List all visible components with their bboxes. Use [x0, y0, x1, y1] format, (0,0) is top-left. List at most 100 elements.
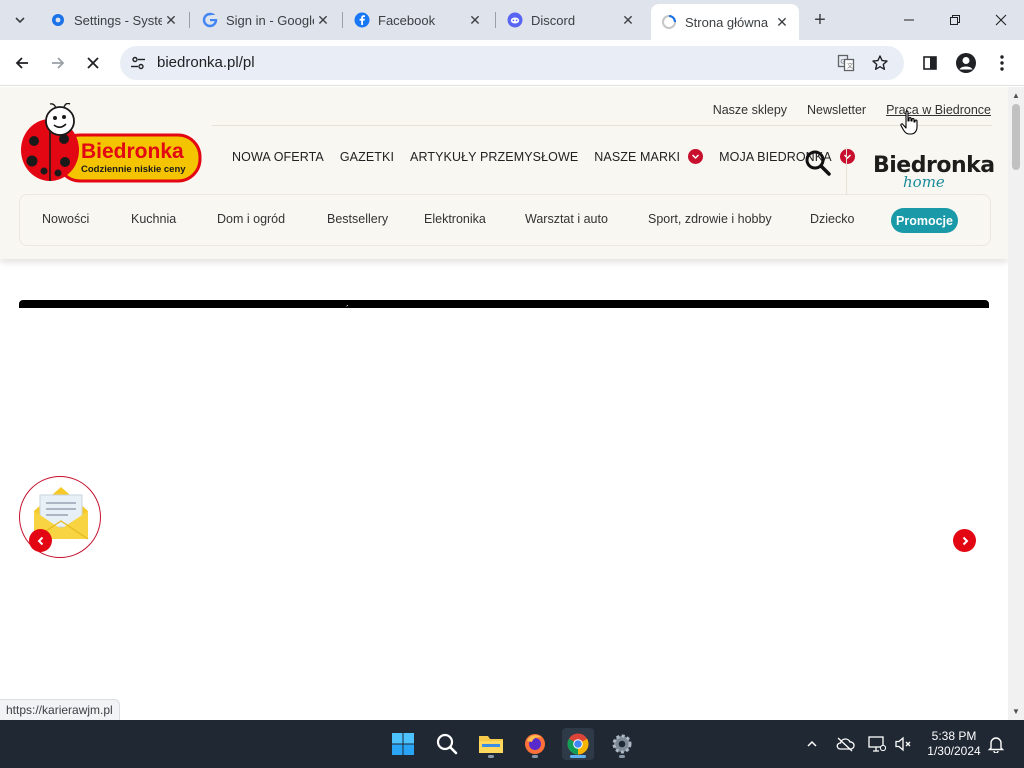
windows-taskbar: 5:38 PM 1/30/2024 — [0, 720, 1024, 768]
logo-tagline-text: Codziennie niskie ceny — [81, 164, 186, 175]
restore-icon — [950, 15, 960, 25]
translate-icon[interactable]: G文 — [837, 54, 855, 72]
page-viewport: Nasze sklepy Newsletter Praca w Biedronc… — [0, 87, 1008, 720]
volume-tray[interactable] — [893, 734, 913, 754]
category-sport-zdrowie-hobby[interactable]: Sport, zdrowie i hobby — [648, 212, 772, 226]
slider-next-button[interactable] — [953, 529, 976, 552]
category-nowosci[interactable]: Nowości — [42, 212, 89, 226]
biedronka-logo[interactable]: Biedronka Codziennie niskie ceny — [20, 103, 202, 185]
category-kuchnia[interactable]: Kuchnia — [131, 212, 176, 226]
nav-nasze-marki[interactable]: NASZE MARKI — [594, 149, 704, 164]
tab-google-signin[interactable]: Sign in - Google ✕ — [192, 4, 340, 36]
nav-moja-biedronka[interactable]: MOJA BIEDRONKA — [719, 149, 855, 164]
taskbar-clock[interactable]: 5:38 PM 1/30/2024 — [922, 729, 986, 759]
forward-button[interactable] — [44, 49, 72, 77]
site-info-icon[interactable] — [130, 55, 146, 71]
tab-title: Settings - System — [74, 12, 162, 28]
nav-label: GAZETKI — [339, 149, 395, 164]
hero-banner[interactable] — [19, 300, 989, 308]
close-tab-icon[interactable]: ✕ — [314, 11, 332, 29]
tab-title: Discord — [531, 12, 576, 28]
close-icon — [995, 14, 1007, 26]
onedrive-tray[interactable] — [835, 734, 855, 754]
link-newsletter[interactable]: Newsletter — [807, 103, 866, 117]
category-bestsellery[interactable]: Bestsellery — [327, 212, 388, 226]
stop-loading-button[interactable] — [79, 49, 107, 77]
start-button[interactable] — [387, 728, 419, 760]
taskbar-file-explorer[interactable] — [475, 728, 507, 760]
new-tab-button[interactable]: + — [808, 8, 832, 32]
scroll-up-icon[interactable]: ▲ — [1012, 91, 1020, 100]
close-tab-icon[interactable]: ✕ — [773, 13, 791, 31]
side-panel-button[interactable] — [916, 49, 944, 77]
profile-button[interactable] — [952, 49, 980, 77]
chevron-left-icon — [37, 536, 43, 545]
tab-title: Strona główna — [685, 14, 769, 30]
svg-text:G: G — [840, 59, 845, 66]
nav-label: ARTYKUŁY PRZEMYSŁOWE — [410, 149, 579, 164]
taskbar-chrome[interactable] — [562, 728, 594, 760]
main-navigation: NOWA OFERTA GAZETKI ARTYKUŁY PRZEMYSŁOWE… — [232, 149, 871, 164]
category-elektronika[interactable]: Elektronika — [424, 212, 486, 226]
forward-arrow-icon — [52, 57, 65, 69]
bookmark-star-icon[interactable] — [871, 54, 889, 72]
tab-separator — [342, 12, 343, 28]
discord-icon — [507, 12, 523, 28]
tab-settings[interactable]: Settings - System ✕ — [40, 4, 188, 36]
search-icon[interactable] — [804, 149, 832, 177]
nav-gazetki[interactable]: GAZETKI — [340, 150, 394, 164]
link-nasze-sklepy[interactable]: Nasze sklepy — [713, 103, 787, 117]
tab-title: Facebook — [378, 12, 436, 28]
address-bar[interactable]: biedronka.pl/pl G文 — [120, 46, 904, 80]
tab-separator — [495, 12, 496, 28]
facebook-icon — [354, 12, 370, 28]
close-window-button[interactable] — [978, 0, 1024, 40]
windows-logo-icon — [392, 733, 414, 755]
minimize-button[interactable] — [886, 0, 932, 40]
scroll-thumb[interactable] — [1012, 104, 1020, 170]
tab-discord[interactable]: Discord ✕ — [497, 4, 645, 36]
chevron-up-icon — [807, 740, 817, 747]
back-button[interactable] — [8, 49, 36, 77]
tab-biedronka-active[interactable]: Strona główna ✕ — [651, 4, 799, 40]
scroll-down-icon[interactable]: ▼ — [1012, 707, 1020, 716]
taskbar-settings[interactable] — [606, 728, 638, 760]
close-tab-icon[interactable]: ✕ — [466, 11, 484, 29]
tab-facebook[interactable]: Facebook ✕ — [344, 4, 492, 36]
biedronka-home-logo[interactable]: Biedronka home — [846, 147, 995, 195]
show-hidden-icons-button[interactable] — [802, 734, 822, 754]
nav-artykuly-przemyslowe[interactable]: ARTYKUŁY PRZEMYSŁOWE — [410, 150, 578, 164]
nav-nowa-oferta[interactable]: NOWA OFERTA — [232, 150, 324, 164]
tab-search-button[interactable] — [8, 8, 32, 32]
notifications-button[interactable] — [986, 734, 1006, 754]
network-monitor-icon — [868, 736, 886, 752]
page-scrollbar[interactable]: ▲ ▼ — [1008, 87, 1024, 720]
loading-favicon-icon — [661, 14, 677, 30]
nav-label: NASZE MARKI — [594, 149, 681, 164]
chevron-right-icon — [962, 536, 968, 545]
taskbar-firefox[interactable] — [519, 728, 551, 760]
network-tray[interactable] — [867, 734, 887, 754]
category-dom-i-ogrod[interactable]: Dom i ogród — [217, 212, 285, 226]
chrome-menu-button[interactable] — [988, 49, 1016, 77]
speaker-muted-icon — [895, 736, 911, 752]
running-indicator — [619, 755, 625, 758]
minimize-icon — [904, 19, 914, 21]
side-panel-icon — [923, 56, 937, 70]
category-warsztat-i-auto[interactable]: Warsztat i auto — [525, 212, 608, 226]
slider-prev-button[interactable] — [29, 529, 52, 552]
chrome-icon — [567, 733, 589, 755]
restore-button[interactable] — [932, 0, 978, 40]
close-tab-icon[interactable]: ✕ — [619, 11, 637, 29]
active-indicator — [570, 755, 586, 758]
profile-avatar-icon — [956, 53, 976, 73]
nav-label: NOWA OFERTA — [232, 149, 324, 164]
close-tab-icon[interactable]: ✕ — [162, 11, 180, 29]
chevron-down-icon — [15, 17, 25, 24]
taskbar-search-button[interactable] — [431, 728, 463, 760]
firefox-icon — [525, 734, 545, 754]
clock-time: 5:38 PM — [931, 729, 977, 743]
category-dziecko[interactable]: Dziecko — [810, 212, 854, 226]
category-bar: Nowości Kuchnia Dom i ogród Bestsellery … — [19, 194, 991, 246]
promocje-button[interactable]: Promocje — [891, 208, 958, 233]
